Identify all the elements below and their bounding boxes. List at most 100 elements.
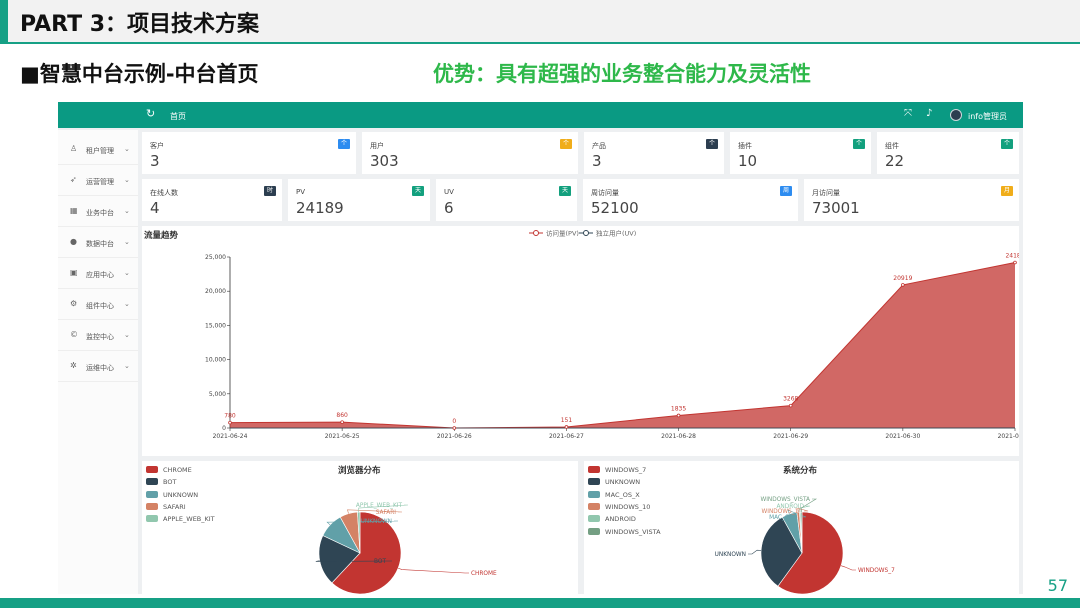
slide-header: PART 3：项目技术方案 [0,0,1080,44]
pie-label: BOT [374,559,386,565]
tab-home[interactable]: 首页 [170,111,186,122]
stat-card-customers: 客户 个 3 [142,132,356,174]
data-point-pv [564,425,569,429]
stat-badge: 个 [706,139,718,149]
legend-pv-marker [533,230,539,236]
send-icon: ➶ [70,175,77,184]
stat-card-pv: PV 天 24189 [288,179,430,221]
stat-badge: 天 [412,186,424,196]
pie-label: CHROME [471,571,497,577]
stat-badge: 个 [338,139,350,149]
user-menu[interactable]: info管理员 [968,111,1007,122]
bottom-bar [0,598,1080,608]
pie-label-line [398,567,469,574]
data-label-pv: 151 [561,417,573,424]
legend-uv-marker [583,230,589,236]
data-label-pv: 24189 [1005,253,1019,260]
stat-card-weekly: 周访问量 周 52100 [583,179,798,221]
system-pie-chart: WINDOWS_7UNKNOWNMAC_OS_XWINDOWS_10ANDROI… [715,497,895,594]
system-panel: 系统分布 WINDOWS_7 UNKNOWN MAC_OS_X WINDOWS_10 A… [584,461,1019,594]
sidebar-item-monitor[interactable]: © 监控中心 ⌄ [58,321,138,351]
app-window: ↻ 首页 ⤧ ♪ info管理员 ♙ 租户管理 ⌄ ➶ 运营管理 ⌄ ▦ 业务中台 ⌄ ● 数… [58,102,1023,594]
section-title: ■智慧中台示例-中台首页 [20,62,259,86]
page-number: 57 [1047,576,1068,595]
data-label-pv: 3268 [783,396,798,403]
sidebar-item-tenant[interactable]: ♙ 租户管理 ⌄ [58,135,138,165]
stat-card-components: 组件 个 22 [877,132,1019,174]
sidebar-item-data[interactable]: ● 数据中台 ⌄ [58,228,138,258]
data-label-pv: 1835 [671,405,686,412]
chevron-down-icon: ⌄ [124,362,130,370]
pie-label: APPLE_WEB_KIT [356,503,403,509]
stat-badge: 周 [780,186,792,196]
browser-pie-chart: CHROME BOT UNKNOWN SAFARIAPPLE_WEB_KIT [315,503,497,594]
x-tick-label: 2021-06-26 [437,433,472,440]
monitor-icon: © [70,330,78,339]
pie-label: MAC_OS_X [769,515,800,521]
y-tick-label: 25,000 [205,254,226,261]
app-topbar: ↻ 首页 ⤧ ♪ info管理员 [58,102,1023,128]
pie-label: UNKNOWN [361,519,392,525]
sidebar-item-component[interactable]: ⚙ 组件中心 ⌄ [58,290,138,320]
stat-card-plugins: 插件 个 10 [730,132,871,174]
y-tick-label: 15,000 [205,322,226,329]
avatar[interactable] [950,109,962,121]
data-label-pv: 20919 [893,275,912,282]
pie-label: UNKNOWN [715,552,746,558]
y-tick-label: 0 [222,425,226,432]
chevron-down-icon: ⌄ [124,300,130,308]
bell-icon[interactable]: ♪ [926,109,932,119]
x-tick-label: 2021-07-01 [998,433,1019,440]
x-tick-label: 2021-06-25 [325,433,360,440]
stat-badge: 天 [559,186,571,196]
pie-label: WINDOWS_7 [858,568,895,574]
stat-badge: 时 [264,186,276,196]
chevron-down-icon: ⌄ [124,238,130,246]
stat-card-users: 用户 个 303 [362,132,578,174]
chevron-down-icon: ⌄ [124,176,130,184]
advantage-title: 优势：具有超强的业务整合能力及灵活性 [433,62,811,86]
stat-card-products: 产品 个 3 [584,132,724,174]
stat-badge: 个 [1001,139,1013,149]
legend-uv-label: 独立用户(UV) [596,229,636,238]
legend-pv-label: 访问量(PV) [546,229,579,238]
stat-card-monthly: 月访问量 月 73001 [804,179,1019,221]
stat-badge: 个 [853,139,865,149]
sidebar-item-ops[interactable]: ✲ 运维中心 ⌄ [58,352,138,382]
x-tick-label: 2021-06-29 [773,433,808,440]
data-label-pv: 0 [452,418,456,425]
stat-badge: 月 [1001,186,1013,196]
y-axis: 25,000 20,000 15,000 10,000 5,000 0 [205,254,231,432]
stat-badge: 个 [560,139,572,149]
data-point-pv [901,283,905,287]
traffic-chart: 访问量(PV) 独立用户(UV) 25,000 20,000 15,000 10… [205,229,1019,441]
sidebar-item-operation[interactable]: ➶ 运营管理 ⌄ [58,166,138,196]
data-point-pv [676,413,681,418]
part-title: PART 3：项目技术方案 [20,12,260,37]
data-point-pv [1013,260,1017,265]
x-tick-label: 2021-06-28 [661,433,696,440]
data-point-pv [228,420,232,425]
data-label-pv: 780 [224,413,236,420]
pie-label: SAFARI [376,510,397,516]
x-tick-label: 2021-06-24 [213,433,248,440]
fullscreen-icon[interactable]: ⤧ [904,109,912,119]
settings-icon: ✲ [70,361,77,370]
data-point-pv [452,426,457,430]
pie-label-line [840,565,856,571]
gear-icon: ⚙ [70,299,78,308]
stat-card-uv: UV 天 6 [436,179,577,221]
data-label-pv: 860 [336,412,348,419]
data-point-pv [788,403,793,408]
chevron-down-icon: ⌄ [124,207,130,215]
refresh-icon[interactable]: ↻ [146,108,155,119]
pie-label-line [748,549,762,555]
browser-panel: 浏览器分布 CHROME BOT UNKNOWN SAFARI APPLE_WEB_KI… [142,461,578,594]
chevron-down-icon: ⌄ [124,331,130,339]
traffic-legend: 访问量(PV) 独立用户(UV) [529,229,636,238]
pie-label: ANDROID [776,504,804,510]
sidebar-item-business[interactable]: ▦ 业务中台 ⌄ [58,197,138,227]
series-area-pv [230,262,1015,428]
sidebar-item-app[interactable]: ▣ 应用中心 ⌄ [58,259,138,289]
data-point-pv [340,420,344,424]
